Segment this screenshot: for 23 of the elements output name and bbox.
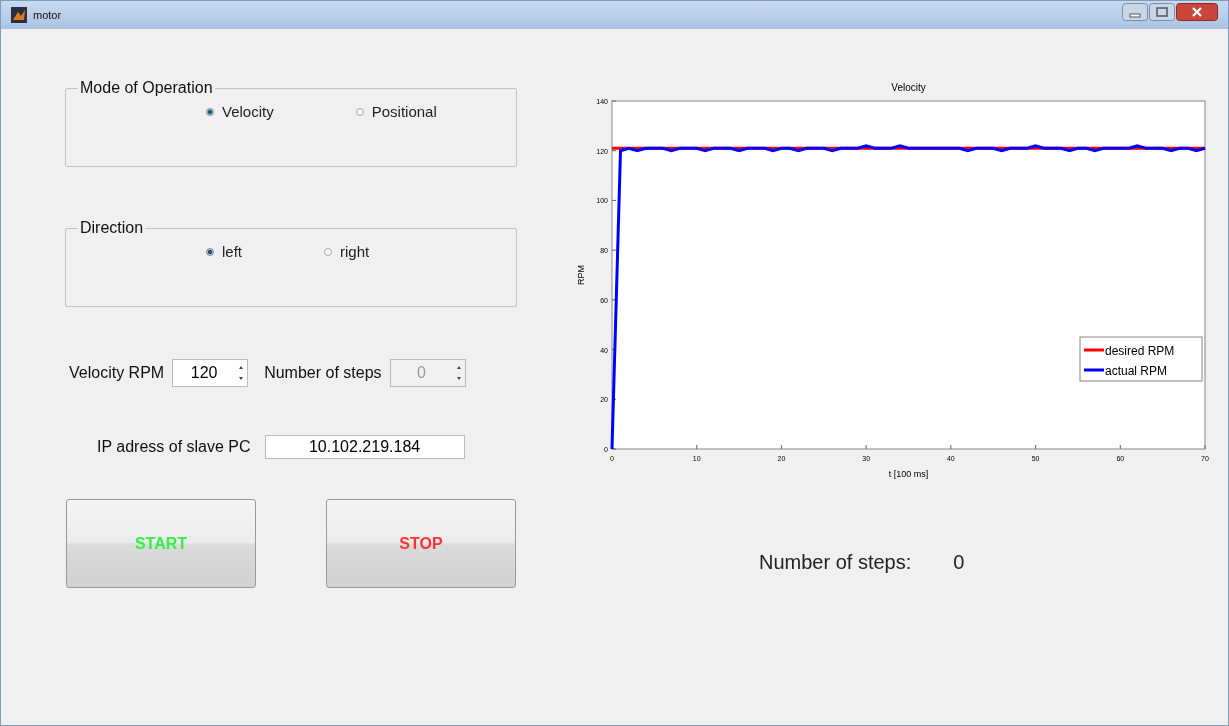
readout-value: 0 (953, 551, 965, 574)
x-axis-label: t [100 ms] (888, 469, 929, 479)
close-icon[interactable] (1176, 3, 1218, 21)
field-label: IP adress of slave PC (97, 438, 251, 456)
y-axis-label: RPM (576, 265, 586, 285)
minimize-icon[interactable] (1122, 3, 1148, 21)
field-label: Number of steps (264, 364, 382, 382)
ip-address-field[interactable]: 10.102.219.184 (264, 435, 465, 459)
field-label: Velocity RPM (69, 364, 165, 382)
chart-title: Velocity (891, 82, 926, 93)
radio-option[interactable]: Velocity (206, 103, 274, 120)
group-title: Mode of Operation (79, 79, 214, 97)
app-icon (11, 7, 27, 23)
velocity-spinner[interactable]: 120 (172, 359, 249, 387)
radio-option[interactable]: Positional (355, 103, 437, 120)
maximize-icon[interactable] (1149, 3, 1175, 21)
readout-label: Number of steps: (759, 551, 912, 574)
legend-label: actual RPM (1105, 364, 1168, 378)
radio-option[interactable]: left (206, 243, 242, 260)
group-title: Direction (79, 219, 145, 237)
radio-option[interactable]: right (324, 243, 370, 260)
legend-label: desired RPM (1105, 344, 1175, 358)
window-title: motor (33, 9, 62, 21)
